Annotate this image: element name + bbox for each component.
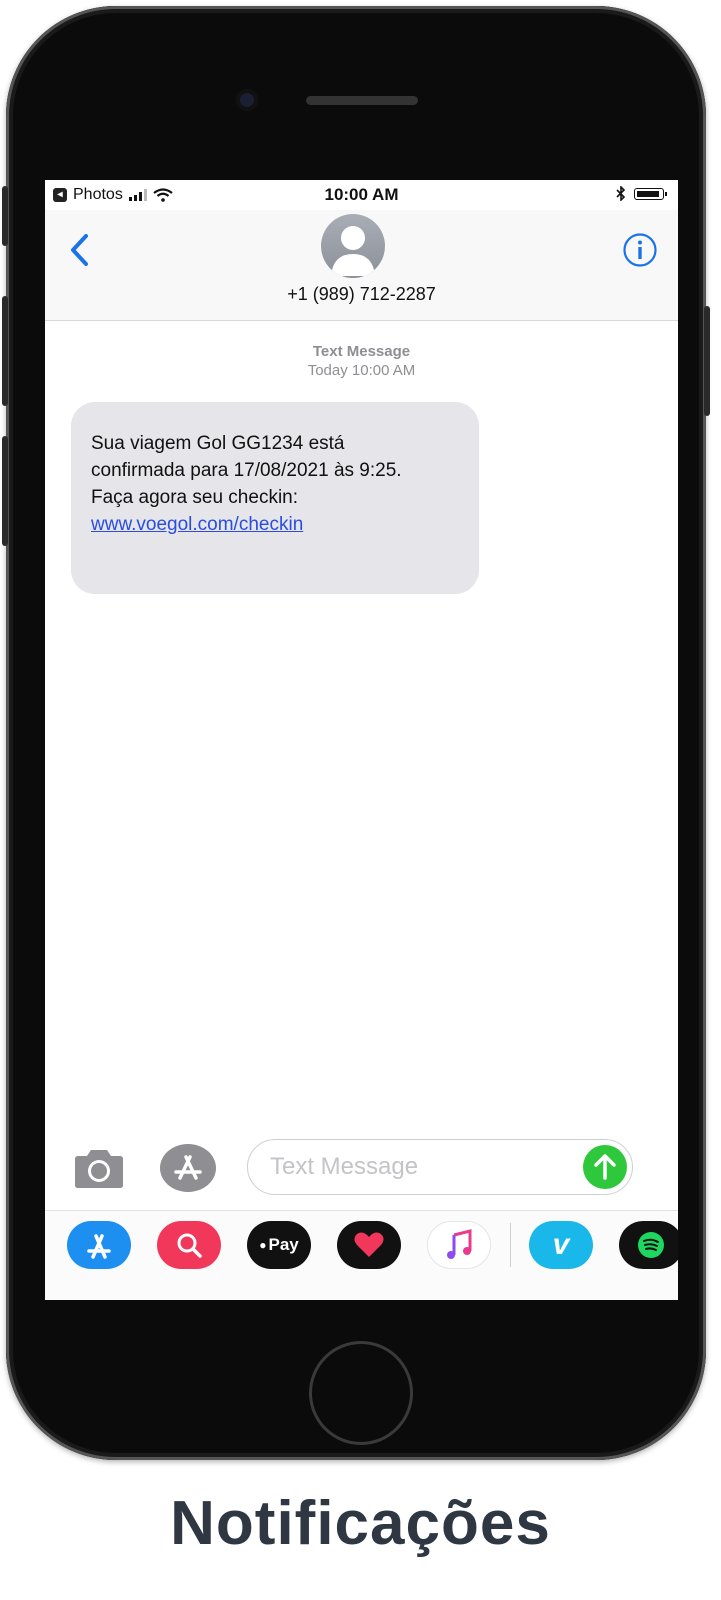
page-caption: Notificações bbox=[170, 1489, 551, 1558]
status-time: 10:00 AM bbox=[324, 185, 399, 204]
image-search-app-icon[interactable] bbox=[157, 1221, 221, 1269]
volume-down-button bbox=[2, 436, 8, 546]
digital-touch-app-icon[interactable] bbox=[337, 1221, 401, 1269]
front-camera bbox=[236, 89, 258, 111]
send-button[interactable] bbox=[583, 1145, 627, 1189]
apple-logo-icon: ● bbox=[259, 1238, 267, 1252]
message-input[interactable]: Text Message bbox=[247, 1139, 633, 1195]
vimeo-app-icon[interactable]: v bbox=[529, 1221, 593, 1269]
volume-up-button bbox=[2, 296, 8, 406]
apple-pay-app-icon[interactable]: ● Pay bbox=[247, 1221, 311, 1269]
person-silhouette-icon bbox=[331, 226, 375, 276]
message-text-line: Sua viagem Gol GG1234 está bbox=[91, 433, 345, 454]
message-timestamp: Today 10:00 AM bbox=[307, 362, 416, 379]
bluetooth-icon bbox=[616, 186, 626, 201]
back-chevron-icon[interactable] bbox=[65, 230, 95, 270]
power-button bbox=[704, 306, 710, 416]
app-store-app-icon[interactable] bbox=[67, 1221, 131, 1269]
status-right bbox=[616, 186, 667, 201]
camera-icon[interactable] bbox=[71, 1147, 127, 1191]
arrow-up-icon bbox=[594, 1154, 616, 1180]
drawer-divider bbox=[510, 1223, 511, 1267]
composer-row: Text Message bbox=[45, 1135, 678, 1201]
imessage-app-drawer: ● Pay v bbox=[45, 1210, 678, 1300]
message-metadata: Text Message Today 10:00 AM bbox=[45, 342, 678, 380]
phone-screen: ◂ Photos 10:00 AM +1 (989) 712-2287 Text… bbox=[45, 180, 678, 1300]
music-app-icon[interactable] bbox=[427, 1221, 491, 1269]
magnifier-icon bbox=[177, 1233, 202, 1258]
mute-switch bbox=[2, 186, 8, 246]
battery-icon bbox=[634, 187, 667, 200]
status-bar: ◂ Photos 10:00 AM bbox=[45, 180, 678, 210]
app-store-icon[interactable] bbox=[159, 1143, 217, 1193]
message-service-label: Text Message bbox=[312, 343, 411, 360]
contact-avatar[interactable] bbox=[321, 214, 385, 278]
message-text-line: Faça agora seu checkin: bbox=[91, 487, 299, 508]
checkin-link[interactable]: www.voegol.com/checkin bbox=[91, 514, 303, 535]
incoming-message-bubble[interactable]: Sua viagem Gol GG1234 está confirmada pa… bbox=[71, 402, 479, 594]
contact-number[interactable]: +1 (989) 712-2287 bbox=[45, 284, 678, 305]
heart-icon bbox=[354, 1232, 384, 1257]
apple-pay-label: Pay bbox=[268, 1235, 299, 1254]
earpiece-speaker bbox=[306, 96, 418, 105]
vimeo-label: v bbox=[552, 1228, 570, 1261]
app-store-glyph-icon bbox=[87, 1234, 111, 1259]
info-icon[interactable] bbox=[622, 232, 658, 268]
home-button[interactable] bbox=[309, 1341, 413, 1445]
spotify-app-icon[interactable] bbox=[619, 1221, 678, 1269]
message-text-line: confirmada para 17/08/2021 às 9:25. bbox=[91, 460, 402, 481]
conversation-header: +1 (989) 712-2287 bbox=[45, 210, 678, 321]
spotify-logo-icon bbox=[638, 1232, 664, 1258]
music-note-icon bbox=[447, 1229, 472, 1259]
